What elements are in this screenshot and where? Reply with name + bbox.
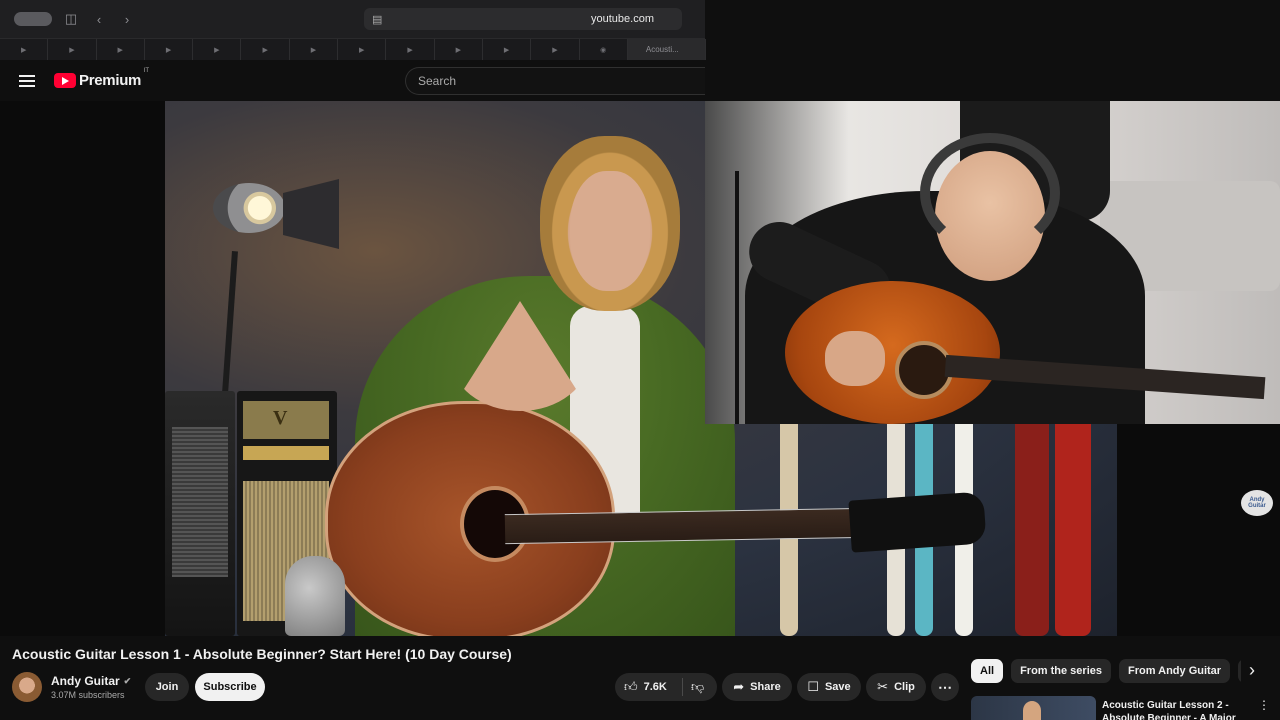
- mic-stand: [735, 171, 739, 424]
- chip-all[interactable]: All: [971, 659, 1004, 683]
- url-text: youtube.com: [591, 13, 654, 25]
- clip-button[interactable]: ✂ Clip: [866, 673, 926, 701]
- browser-tab[interactable]: ◉: [580, 39, 628, 60]
- like-icon: 👍︎: [624, 679, 638, 694]
- save-icon: ☐: [807, 679, 819, 694]
- dislike-icon[interactable]: 👎︎: [683, 679, 704, 695]
- more-icon[interactable]: ⋯: [931, 673, 959, 701]
- recommended-thumbnail[interactable]: [971, 696, 1096, 720]
- youtube-logo-icon: [54, 73, 76, 88]
- video-title: Acoustic Guitar Lesson 1 - Absolute Begi…: [12, 646, 512, 662]
- presenter-face: [570, 171, 650, 291]
- browser-tab[interactable]: ▶: [531, 39, 580, 60]
- logo-text: Premium: [79, 72, 142, 89]
- channel-avatar[interactable]: [12, 672, 42, 702]
- clip-icon: ✂: [877, 679, 889, 694]
- browser-tab[interactable]: ▶: [483, 39, 532, 60]
- forward-icon[interactable]: ›: [118, 12, 136, 27]
- like-count: 7.6K: [643, 681, 667, 693]
- recommended-video[interactable]: Acoustic Guitar Lesson 2 - Absolute Begi…: [971, 696, 1271, 720]
- save-label: Save: [824, 681, 851, 693]
- browser-toolbar: ◫ ‹ › ▤ youtube.com: [0, 0, 705, 38]
- classical-guitar-body: [785, 281, 1000, 424]
- back-icon[interactable]: ‹: [90, 12, 108, 27]
- window-controls[interactable]: [14, 12, 52, 26]
- like-dislike-group: 👍︎ 7.6K 👎︎: [615, 673, 717, 701]
- browser-tab[interactable]: ▶: [290, 39, 339, 60]
- screen: ◫ ‹ › ▤ youtube.com ▶ ▶ ▶ ▶ ▶ ▶ ▶ ▶ ▶ ▶ …: [0, 0, 1280, 720]
- channel-name[interactable]: Andy Guitar: [51, 674, 120, 688]
- browser-tab[interactable]: ▶: [0, 39, 49, 60]
- save-button[interactable]: ☐ Save: [797, 673, 861, 701]
- subscriber-count: 3.07M subscribers: [51, 690, 125, 700]
- verified-icon: ✔: [123, 675, 132, 686]
- active-tab[interactable]: Acousti...: [627, 39, 706, 60]
- guitar-headstock: [848, 491, 987, 553]
- subscribe-button[interactable]: Subscribe: [195, 673, 265, 701]
- filter-chips: All From the series From Andy Guitar Ch: [971, 659, 1241, 685]
- chip-from-series[interactable]: From the series: [1011, 659, 1111, 683]
- headphones: [920, 133, 1060, 253]
- picture-in-picture-overlay: [705, 101, 1280, 424]
- youtube-logo[interactable]: Premium IT: [54, 68, 149, 89]
- lamp-barn-door: [283, 179, 339, 249]
- youtube-header: Premium IT Search: [0, 60, 705, 101]
- country-code: IT: [143, 68, 150, 74]
- site-settings-icon[interactable]: ▤: [372, 13, 382, 26]
- speaker-cabinet: [165, 391, 235, 636]
- studio-lamp: [213, 183, 285, 233]
- channel-info: Andy Guitar ✔ 3.07M subscribers: [12, 672, 131, 702]
- address-bar[interactable]: ▤ youtube.com: [364, 8, 682, 30]
- hamburger-icon[interactable]: [19, 74, 35, 87]
- studio-microphone: [285, 556, 345, 636]
- share-button[interactable]: ➦ Share: [722, 673, 792, 701]
- guitar-neck: [504, 507, 866, 545]
- video-player[interactable]: V: [0, 101, 1280, 636]
- browser-tab[interactable]: ▶: [48, 39, 97, 60]
- browser-tab[interactable]: ▶: [193, 39, 242, 60]
- browser-chrome: ◫ ‹ › ▤ youtube.com ▶ ▶ ▶ ▶ ▶ ▶ ▶ ▶ ▶ ▶ …: [0, 0, 706, 60]
- kebab-icon[interactable]: ⋮: [1258, 698, 1270, 712]
- join-button[interactable]: Join: [145, 673, 189, 701]
- search-input[interactable]: Search: [405, 67, 705, 95]
- sidebar-icon[interactable]: ◫: [62, 11, 80, 27]
- browser-tab[interactable]: ▶: [338, 39, 387, 60]
- rack-guitar: [1055, 401, 1091, 636]
- like-button[interactable]: 👍︎ 7.6K: [615, 678, 683, 696]
- chevron-right-icon[interactable]: ›: [1242, 660, 1262, 681]
- tab-strip: ▶ ▶ ▶ ▶ ▶ ▶ ▶ ▶ ▶ ▶ ▶ ▶ ◉ Acousti...: [0, 38, 706, 60]
- recommended-title[interactable]: Acoustic Guitar Lesson 2 - Absolute Begi…: [1102, 699, 1252, 720]
- browser-tab[interactable]: ▶: [435, 39, 483, 60]
- chip-truncated[interactable]: Ch: [1238, 659, 1241, 683]
- player-hand: [825, 331, 885, 386]
- share-icon: ➦: [733, 679, 745, 694]
- browser-tab[interactable]: ▶: [145, 39, 194, 60]
- browser-tab[interactable]: ▶: [386, 39, 435, 60]
- share-label: Share: [750, 681, 781, 693]
- browser-tab[interactable]: ▶: [97, 39, 145, 60]
- chip-from-channel[interactable]: From Andy Guitar: [1118, 659, 1231, 683]
- browser-tab[interactable]: ▶: [241, 39, 290, 60]
- channel-watermark[interactable]: Andy Guitar: [1241, 490, 1273, 516]
- clip-label: Clip: [894, 681, 915, 693]
